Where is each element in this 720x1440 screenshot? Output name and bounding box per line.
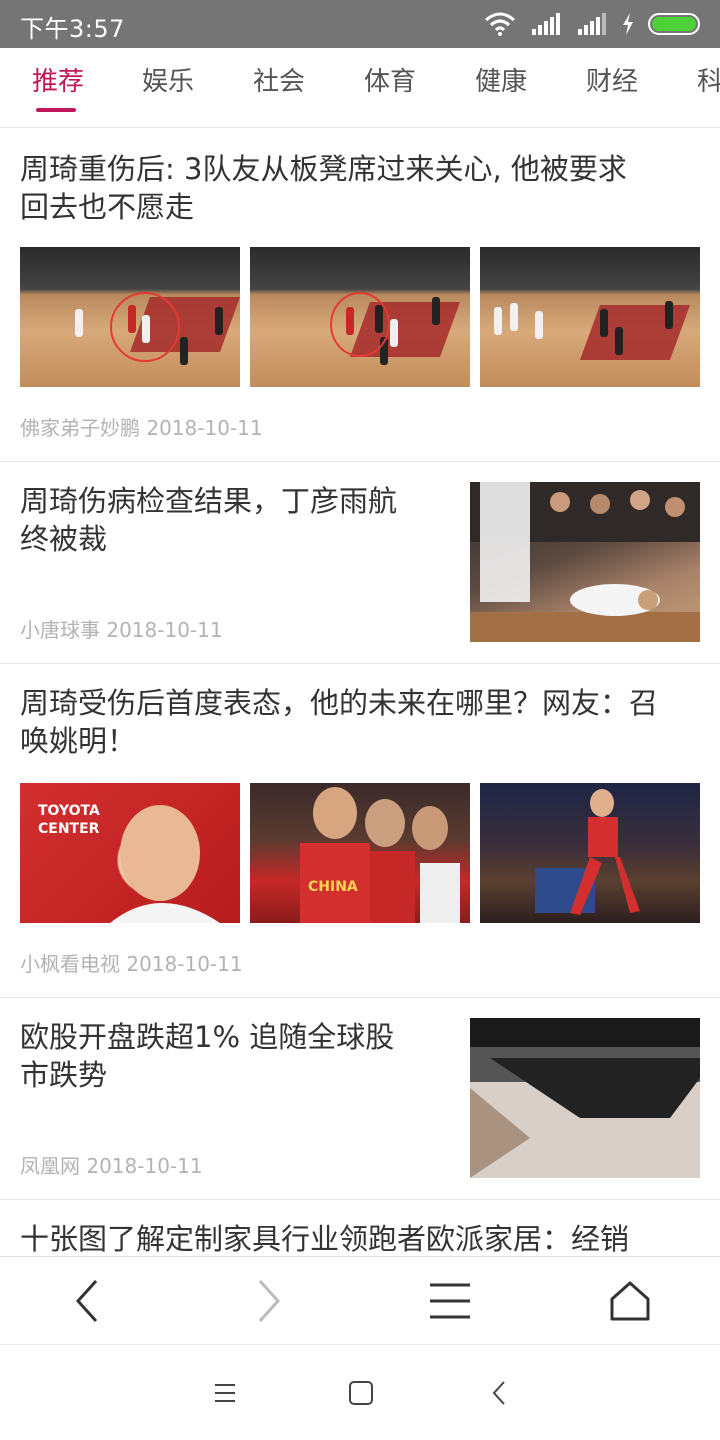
news-title-line: 周琦伤病检查结果，丁彦雨航: [20, 484, 398, 518]
news-meta: 佛家弟子妙鹏 2018-10-11: [20, 412, 263, 441]
news-title-line: 十张图了解定制家具行业领跑者欧派家居：经销: [20, 1222, 630, 1256]
news-thumbnail[interactable]: [250, 247, 470, 387]
tab-entertainment[interactable]: 娱乐: [142, 64, 194, 104]
news-date: 2018-10-11: [106, 618, 223, 642]
tab-tech[interactable]: 科: [697, 64, 720, 104]
news-source: 小枫看电视: [20, 952, 120, 976]
news-title-line: 唤姚明！: [20, 724, 137, 758]
tab-sports[interactable]: 体育: [364, 64, 416, 104]
news-title: 周琦重伤后: 3队友从板凳席过来关心, 他被要求 回去也不愿走: [20, 150, 627, 226]
recent-apps-icon[interactable]: [211, 1379, 239, 1407]
news-title-line: 周琦受伤后首度表态，他的未来在哪里？网友：召: [20, 686, 659, 720]
news-item[interactable]: 周琦受伤后首度表态，他的未来在哪里？网友：召 唤姚明！ TOYOTA CENTE…: [0, 664, 720, 998]
back-icon[interactable]: [66, 1279, 110, 1323]
news-thumbnail[interactable]: [470, 482, 700, 642]
forward-icon[interactable]: [246, 1279, 290, 1323]
status-bar: 下午3:57: [0, 0, 720, 48]
news-thumbnail[interactable]: [20, 247, 240, 387]
news-meta: 小枫看电视 2018-10-11: [20, 948, 243, 977]
status-icons: [484, 10, 700, 38]
signal-icon: [578, 13, 606, 35]
news-title-line: 终被裁: [20, 522, 108, 556]
news-title-line: 欧股开盘跌超1% 追随全球股: [20, 1020, 395, 1054]
tab-finance[interactable]: 财经: [586, 64, 638, 104]
battery-level: [652, 17, 696, 31]
news-date: 2018-10-11: [146, 416, 263, 440]
news-date: 2018-10-11: [86, 1154, 203, 1178]
news-source: 佛家弟子妙鹏: [20, 416, 140, 440]
tab-recommended[interactable]: 推荐: [32, 64, 84, 104]
news-title: 周琦受伤后首度表态，他的未来在哪里？网友：召 唤姚明！: [20, 684, 658, 760]
news-source: 凤凰网: [20, 1154, 80, 1178]
browser-toolbar: [0, 1256, 720, 1344]
signal-icon: [532, 13, 560, 35]
home-icon[interactable]: [608, 1279, 652, 1323]
charging-icon: [623, 13, 633, 35]
tab-society[interactable]: 社会: [253, 64, 305, 104]
news-item[interactable]: 十张图了解定制家具行业领跑者欧派家居：经销: [0, 1200, 720, 1256]
news-source: 小唐球事: [20, 618, 100, 642]
news-title: 周琦伤病检查结果，丁彦雨航 终被裁: [20, 482, 397, 558]
status-time: 下午3:57: [20, 15, 125, 43]
image-text: CHINA: [308, 879, 358, 895]
news-thumbnail[interactable]: [480, 247, 700, 387]
news-thumbnail[interactable]: [480, 783, 700, 923]
category-tabs: 推荐 娱乐 社会 体育 健康 财经 科: [0, 48, 720, 128]
active-tab-indicator: [36, 108, 76, 112]
tab-health[interactable]: 健康: [475, 64, 527, 104]
menu-icon[interactable]: [428, 1279, 472, 1323]
news-date: 2018-10-11: [126, 952, 243, 976]
news-meta: 凤凰网 2018-10-11: [20, 1150, 203, 1179]
news-title-line: 周琦重伤后: 3队友从板凳席过来关心, 他被要求: [20, 152, 627, 186]
news-title: 欧股开盘跌超1% 追随全球股 市跌势: [20, 1018, 394, 1094]
news-item[interactable]: 欧股开盘跌超1% 追随全球股 市跌势 凤凰网 2018-10-11: [0, 998, 720, 1200]
news-title-line: 回去也不愿走: [20, 190, 195, 224]
news-thumbnail[interactable]: TOYOTA CENTER: [20, 783, 240, 923]
news-item[interactable]: 周琦伤病检查结果，丁彦雨航 终被裁 小唐球事 2018-10-11: [0, 462, 720, 664]
wifi-icon: [485, 12, 515, 36]
news-thumbnail[interactable]: [470, 1018, 700, 1178]
news-meta: 小唐球事 2018-10-11: [20, 614, 223, 643]
news-thumbnail[interactable]: CHINA: [250, 783, 470, 923]
news-item[interactable]: 周琦重伤后: 3队友从板凳席过来关心, 他被要求 回去也不愿走 佛家弟子妙鹏 2…: [0, 128, 720, 462]
system-navigation-bar: [0, 1344, 720, 1440]
news-title-line: 市跌势: [20, 1058, 108, 1092]
system-back-icon[interactable]: [486, 1379, 514, 1407]
battery-icon: [648, 13, 700, 35]
news-title: 十张图了解定制家具行业领跑者欧派家居：经销: [20, 1220, 629, 1256]
home-square-icon[interactable]: [347, 1379, 375, 1407]
